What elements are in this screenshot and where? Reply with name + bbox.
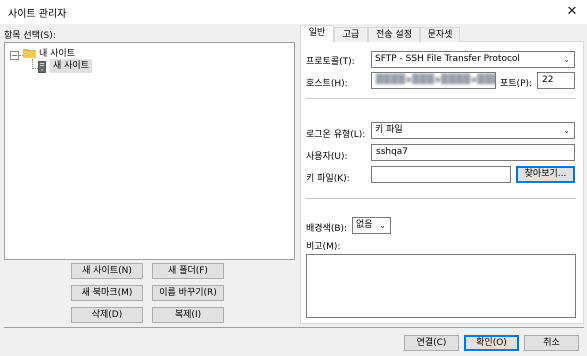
collapse-icon[interactable]: −	[10, 51, 19, 60]
browse-button[interactable]: 찾아보기...	[516, 166, 575, 183]
tree-root-label[interactable]: 내 사이트	[39, 46, 75, 59]
divider	[306, 98, 576, 99]
tab-transfer-settings[interactable]: 전송 설정	[368, 27, 420, 43]
duplicate-button[interactable]: 복제(I)	[152, 307, 224, 323]
chevron-down-icon: ⌄	[563, 126, 570, 135]
user-input[interactable]: sshqa7	[371, 144, 575, 161]
port-input[interactable]: 22	[537, 72, 575, 89]
host-value: ████▪███▪████▪███	[376, 75, 496, 85]
server-icon	[38, 61, 46, 73]
window-title: 사이트 관리자	[8, 9, 67, 20]
comments-textarea[interactable]	[306, 254, 576, 318]
divider	[306, 198, 576, 199]
protocol-label: 프로토콜(T):	[306, 57, 355, 67]
new-bookmark-button[interactable]: 새 북마크(M)	[71, 285, 143, 301]
user-value: sshqa7	[376, 147, 409, 157]
new-site-button[interactable]: 새 사이트(N)	[71, 263, 143, 279]
user-label: 사용자(U):	[306, 152, 348, 162]
tree-label: 항목 선택(S):	[4, 31, 56, 41]
title-bar	[0, 0, 587, 24]
logon-type-label: 로그온 유형(L):	[306, 130, 366, 140]
new-folder-button[interactable]: 새 폴더(F)	[152, 263, 224, 279]
tree-item-new-site[interactable]: 새 사이트	[50, 59, 92, 73]
tab-advanced[interactable]: 고급	[334, 27, 368, 43]
comments-label: 비고(M):	[306, 242, 341, 252]
folder-icon	[23, 49, 36, 58]
chevron-down-icon: ⌄	[563, 55, 570, 64]
bg-color-value: 없음	[356, 220, 373, 230]
host-label: 호스트(H):	[306, 79, 348, 89]
keyfile-input[interactable]	[371, 166, 511, 183]
port-value: 22	[542, 75, 554, 85]
divider	[4, 327, 584, 328]
close-icon[interactable]: ✕	[560, 2, 584, 22]
chevron-down-icon: ⌄	[379, 221, 386, 230]
protocol-value: SFTP - SSH File Transfer Protocol	[375, 54, 520, 64]
rename-button[interactable]: 이름 바꾸기(R)	[152, 285, 224, 301]
bg-color-label: 배경색(B):	[306, 224, 348, 234]
ok-button[interactable]: 확인(O)	[464, 335, 519, 351]
tab-general[interactable]: 일반	[300, 25, 334, 43]
bg-color-select[interactable]: 없음 ⌄	[352, 217, 391, 234]
tab-charset[interactable]: 문자셋	[420, 27, 460, 43]
delete-button[interactable]: 삭제(D)	[71, 307, 143, 323]
site-tree[interactable]: − 내 사이트 새 사이트	[4, 42, 295, 260]
protocol-select[interactable]: SFTP - SSH File Transfer Protocol ⌄	[371, 51, 575, 68]
port-label: 포트(P):	[500, 79, 533, 89]
logon-type-select[interactable]: 키 파일 ⌄	[371, 122, 575, 139]
host-input[interactable]: ████▪███▪████▪███	[371, 72, 496, 89]
keyfile-label: 키 파일(K):	[306, 174, 350, 184]
cancel-button[interactable]: 취소	[524, 335, 579, 351]
logon-type-value: 키 파일	[375, 125, 403, 135]
connect-button[interactable]: 연결(C)	[404, 335, 459, 351]
